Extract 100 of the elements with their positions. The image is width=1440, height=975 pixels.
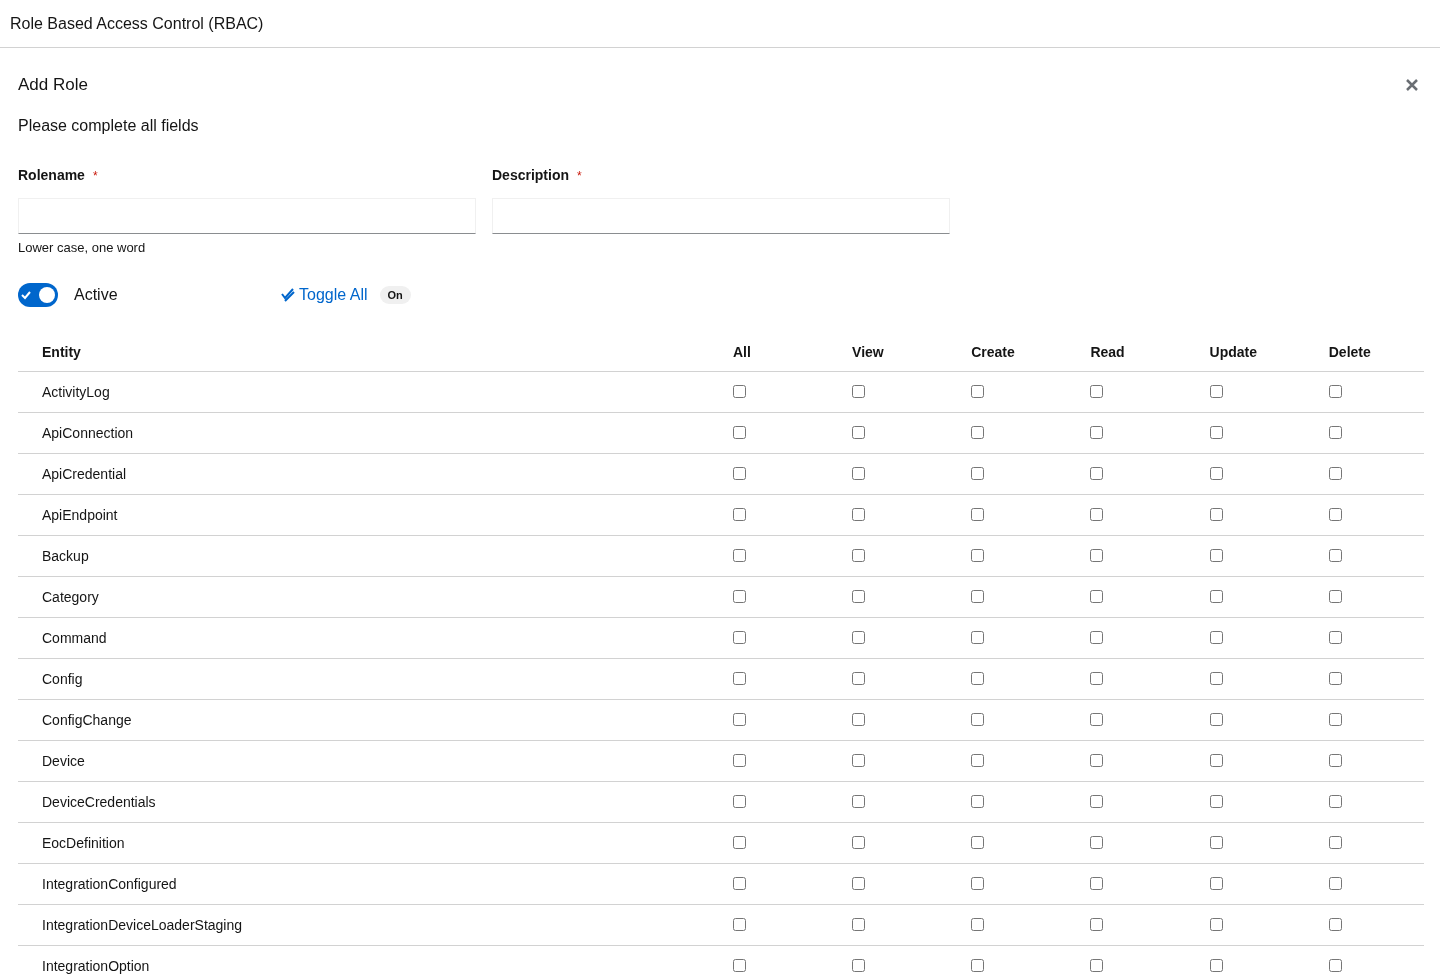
permission-checkbox[interactable] <box>971 754 985 767</box>
permission-checkbox[interactable] <box>852 672 866 685</box>
permission-checkbox[interactable] <box>1209 590 1223 603</box>
permission-checkbox[interactable] <box>1209 549 1223 562</box>
permission-checkbox[interactable] <box>1090 467 1104 480</box>
permission-checkbox[interactable] <box>1090 836 1104 849</box>
permission-checkbox[interactable] <box>732 959 746 972</box>
permission-checkbox[interactable] <box>732 918 746 931</box>
permission-checkbox[interactable] <box>1328 754 1342 767</box>
permission-checkbox[interactable] <box>971 959 985 972</box>
permission-checkbox[interactable] <box>1090 508 1104 521</box>
permission-checkbox[interactable] <box>971 713 985 726</box>
permission-checkbox[interactable] <box>1328 426 1342 439</box>
permission-checkbox[interactable] <box>1328 631 1342 644</box>
permission-checkbox[interactable] <box>732 795 746 808</box>
text-input-field[interactable] <box>492 197 950 234</box>
permission-checkbox[interactable] <box>1209 508 1223 521</box>
permission-checkbox[interactable] <box>852 385 866 398</box>
permission-checkbox[interactable] <box>732 549 746 562</box>
permission-checkbox[interactable] <box>1328 713 1342 726</box>
permission-checkbox[interactable] <box>1328 918 1342 931</box>
permission-checkbox[interactable] <box>732 672 746 685</box>
permission-checkbox[interactable] <box>971 836 985 849</box>
permission-checkbox[interactable] <box>1209 467 1223 480</box>
permission-checkbox[interactable] <box>1328 508 1342 521</box>
permission-checkbox[interactable] <box>971 549 985 562</box>
permission-checkbox[interactable] <box>732 754 746 767</box>
toggle-all-button[interactable]: Toggle All <box>281 283 368 307</box>
permission-checkbox[interactable] <box>1209 385 1223 398</box>
permission-checkbox[interactable] <box>971 467 985 480</box>
permission-checkbox[interactable] <box>1209 426 1223 439</box>
permission-checkbox[interactable] <box>971 918 985 931</box>
permission-checkbox[interactable] <box>852 467 866 480</box>
permission-checkbox[interactable] <box>732 590 746 603</box>
permission-checkbox[interactable] <box>732 385 746 398</box>
permission-checkbox[interactable] <box>1328 877 1342 890</box>
permission-checkbox[interactable] <box>1090 385 1104 398</box>
permission-checkbox[interactable] <box>1209 795 1223 808</box>
permission-checkbox[interactable] <box>1209 713 1223 726</box>
permission-checkbox[interactable] <box>852 590 866 603</box>
permission-checkbox[interactable] <box>1090 795 1104 808</box>
permission-checkbox[interactable] <box>732 467 746 480</box>
permission-checkbox[interactable] <box>1209 877 1223 890</box>
permission-checkbox[interactable] <box>732 508 746 521</box>
permission-checkbox[interactable] <box>1090 754 1104 767</box>
permission-checkbox[interactable] <box>1209 918 1223 931</box>
permission-checkbox[interactable] <box>852 631 866 644</box>
entity-name: DeviceCredentials <box>42 793 156 810</box>
column-header: Update <box>1209 343 1257 360</box>
permission-checkbox[interactable] <box>1209 836 1223 849</box>
permission-checkbox[interactable] <box>852 508 866 521</box>
permission-checkbox[interactable] <box>1090 877 1104 890</box>
permission-checkbox[interactable] <box>1090 426 1104 439</box>
permission-checkbox[interactable] <box>1209 631 1223 644</box>
permission-checkbox[interactable] <box>1209 672 1223 685</box>
permission-checkbox[interactable] <box>1328 590 1342 603</box>
permission-checkbox[interactable] <box>971 508 985 521</box>
permission-checkbox[interactable] <box>971 590 985 603</box>
double-check-icon <box>281 288 295 302</box>
permission-checkbox[interactable] <box>852 549 866 562</box>
permission-checkbox[interactable] <box>1090 713 1104 726</box>
permission-checkbox[interactable] <box>1090 590 1104 603</box>
permission-checkbox[interactable] <box>852 959 866 972</box>
permission-checkbox[interactable] <box>971 385 985 398</box>
permission-checkbox[interactable] <box>1090 631 1104 644</box>
permission-checkbox[interactable] <box>1090 672 1104 685</box>
permission-checkbox[interactable] <box>971 672 985 685</box>
permission-checkbox[interactable] <box>1090 959 1104 972</box>
permission-checkbox[interactable] <box>852 836 866 849</box>
permission-checkbox[interactable] <box>852 877 866 890</box>
switch-knob <box>39 287 55 303</box>
permission-checkbox[interactable] <box>732 836 746 849</box>
permission-checkbox[interactable] <box>852 918 866 931</box>
permission-checkbox[interactable] <box>1209 959 1223 972</box>
permission-checkbox[interactable] <box>1328 672 1342 685</box>
permission-checkbox[interactable] <box>1090 549 1104 562</box>
active-switch[interactable] <box>18 283 58 307</box>
permission-checkbox[interactable] <box>1328 549 1342 562</box>
permission-checkbox[interactable] <box>1328 836 1342 849</box>
permission-checkbox[interactable] <box>1328 795 1342 808</box>
permission-checkbox[interactable] <box>1328 959 1342 972</box>
permission-checkbox[interactable] <box>971 631 985 644</box>
permission-checkbox[interactable] <box>732 877 746 890</box>
permission-checkbox[interactable] <box>852 754 866 767</box>
permission-checkbox[interactable] <box>852 795 866 808</box>
permission-checkbox[interactable] <box>971 426 985 439</box>
permission-checkbox[interactable] <box>852 426 866 439</box>
permission-checkbox[interactable] <box>732 426 746 439</box>
permission-checkbox[interactable] <box>971 877 985 890</box>
permission-checkbox[interactable] <box>1328 467 1342 480</box>
text-input-field[interactable] <box>18 197 476 234</box>
column-header: Delete <box>1328 343 1371 360</box>
permission-checkbox[interactable] <box>852 713 866 726</box>
permission-checkbox[interactable] <box>1209 754 1223 767</box>
permission-checkbox[interactable] <box>971 795 985 808</box>
permission-checkbox[interactable] <box>732 713 746 726</box>
permission-checkbox[interactable] <box>1090 918 1104 931</box>
permission-checkbox[interactable] <box>1328 385 1342 398</box>
entity-name: IntegrationDeviceLoaderStaging <box>42 916 243 933</box>
permission-checkbox[interactable] <box>732 631 746 644</box>
